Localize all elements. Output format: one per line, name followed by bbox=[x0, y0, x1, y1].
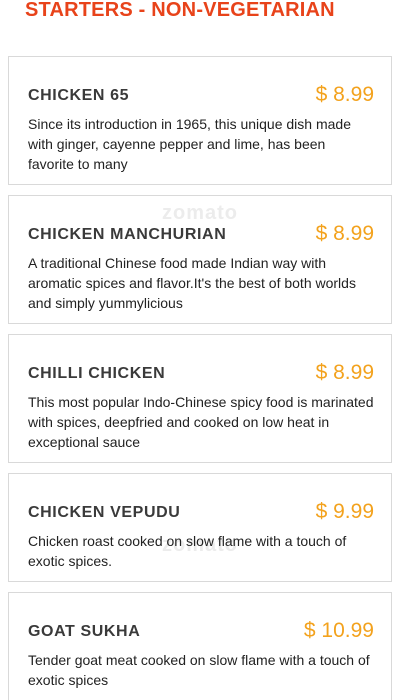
menu-item-name: CHICKEN MANCHURIAN bbox=[28, 226, 227, 243]
menu-item-name: GOAT SUKHA bbox=[28, 623, 141, 640]
menu-item-price: $ 10.99 bbox=[303, 619, 374, 642]
menu-item-description: Chicken roast cooked on slow flame with … bbox=[28, 533, 347, 569]
menu-item-header: CHICKEN VEPUDU $ 9.99 bbox=[28, 496, 374, 526]
section-title: STARTERS - NON-VEGETARIAN bbox=[25, 0, 335, 21]
menu-item-description: Since its introduction in 1965, this uni… bbox=[28, 116, 351, 172]
menu-item-price: $ 8.99 bbox=[315, 83, 374, 106]
menu-item-name: CHICKEN 65 bbox=[28, 87, 130, 104]
menu-item-card: zomato CHICKEN MANCHURIAN $ 8.99 A tradi… bbox=[8, 195, 392, 324]
menu-page: STARTERS - NON-VEGETARIAN CHICKEN 65 $ 8… bbox=[0, 0, 400, 700]
menu-item-description: Tender goat meat cooked on slow flame wi… bbox=[28, 652, 370, 688]
menu-item-card: GOAT SUKHA $ 10.99 Tender goat meat cook… bbox=[8, 592, 392, 700]
menu-item-header: GOAT SUKHA $ 10.99 bbox=[28, 615, 374, 645]
menu-item-card: CHILLI CHICKEN $ 8.99 This most popular … bbox=[8, 334, 392, 463]
menu-item-name: CHILLI CHICKEN bbox=[28, 365, 166, 382]
menu-item-header: CHILLI CHICKEN $ 8.99 bbox=[28, 357, 374, 387]
menu-item-card: CHICKEN 65 $ 8.99 Since its introduction… bbox=[8, 56, 392, 185]
menu-item-price: $ 8.99 bbox=[315, 222, 374, 245]
menu-item-name: CHICKEN VEPUDU bbox=[28, 504, 181, 521]
menu-item-price: $ 8.99 bbox=[315, 361, 374, 384]
menu-item-card: zomato CHICKEN VEPUDU $ 9.99 Chicken roa… bbox=[8, 473, 392, 582]
menu-item-header: CHICKEN MANCHURIAN $ 8.99 bbox=[28, 218, 374, 248]
menu-item-price: $ 9.99 bbox=[315, 500, 374, 523]
menu-item-description: This most popular Indo-Chinese spicy foo… bbox=[28, 394, 374, 450]
menu-item-description: A traditional Chinese food made Indian w… bbox=[28, 255, 356, 311]
menu-item-header: CHICKEN 65 $ 8.99 bbox=[28, 79, 374, 109]
